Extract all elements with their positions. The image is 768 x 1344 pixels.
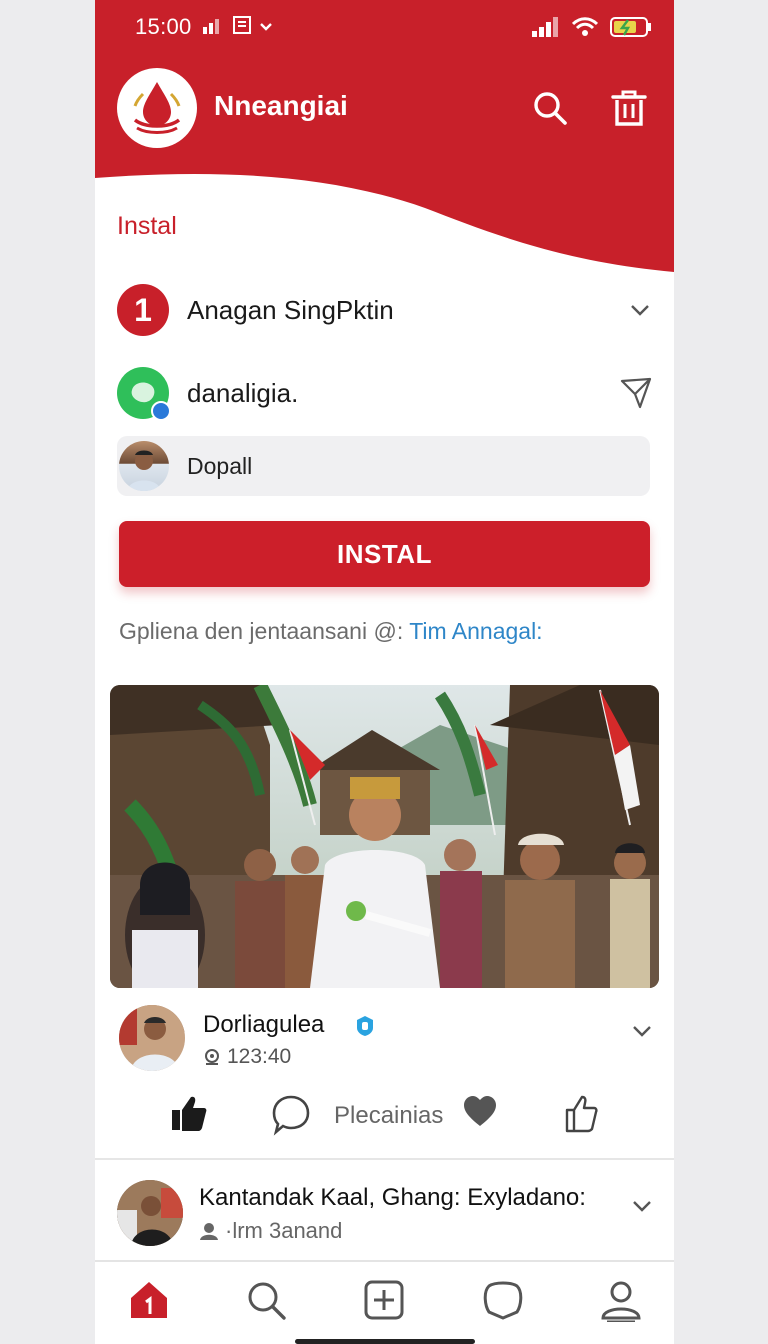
- post2-avatar[interactable]: [117, 1180, 183, 1246]
- user-avatar: [119, 441, 169, 491]
- status-right-icons: [532, 16, 652, 38]
- verified-badge-icon: [151, 401, 171, 421]
- app-logo[interactable]: [117, 68, 197, 148]
- author-avatar[interactable]: [119, 1005, 185, 1071]
- search-icon[interactable]: [532, 90, 568, 126]
- logo-drop-icon: [133, 82, 181, 134]
- battery-icon: [610, 17, 651, 37]
- wifi-icon: [572, 17, 598, 36]
- caption-text: Gpliena den jentaansani @: Tim Annagal:: [119, 618, 543, 645]
- post-actions: Plecainias: [95, 1090, 674, 1142]
- chevron-down-icon[interactable]: [628, 298, 652, 322]
- thumbs-up-filled-icon[interactable]: [169, 1094, 209, 1134]
- post-preview-row[interactable]: Kantandak Kaal, Ghang: Exyladano: ·lrm 3…: [117, 1180, 654, 1248]
- post2-meta: ·lrm 3anand: [199, 1218, 342, 1244]
- post-meta: 123:40: [203, 1045, 291, 1069]
- caption-body: Gpliena den jentaansani @:: [119, 618, 410, 644]
- heart-icon[interactable]: [462, 1094, 498, 1128]
- step-title: Anagan SingPktin: [187, 294, 394, 325]
- post2-title[interactable]: Kantandak Kaal, Ghang: Exyladano:: [199, 1184, 586, 1212]
- home-icon[interactable]: [127, 1278, 171, 1322]
- post-author-row[interactable]: Dorliagulea 123:40: [119, 1005, 654, 1071]
- notification-icon: [233, 16, 251, 34]
- bottom-navigation: [95, 1260, 674, 1344]
- location-icon: [205, 1049, 219, 1065]
- account-row[interactable]: danaligia.: [117, 367, 652, 421]
- chevron-down-small-icon: [260, 23, 272, 31]
- trash-icon[interactable]: [609, 88, 649, 128]
- author-name[interactable]: Dorliagulea: [203, 1011, 324, 1039]
- thumbs-up-outline-icon[interactable]: [564, 1094, 600, 1134]
- account-avatar: [117, 367, 171, 421]
- step-row[interactable]: 1 Anagan SingPktin: [117, 284, 652, 336]
- action-label[interactable]: Plecainias: [334, 1102, 443, 1130]
- chevron-down-icon[interactable]: [630, 1194, 654, 1218]
- post2-photo-icon: [117, 1180, 183, 1246]
- post2-meta-text: ·lrm 3anand: [225, 1218, 343, 1243]
- chevron-down-icon[interactable]: [630, 1019, 654, 1043]
- app-header: 15:00 Nneangiai: [95, 0, 674, 275]
- user-icon: [200, 1223, 218, 1240]
- post-time: 123:40: [227, 1045, 292, 1068]
- chat-icon[interactable]: [481, 1278, 525, 1322]
- author-photo-icon: [119, 1005, 185, 1071]
- step-number-badge: 1: [117, 284, 169, 336]
- status-left-icons: [203, 16, 273, 34]
- person-photo-icon: [127, 450, 161, 491]
- comment-icon[interactable]: [271, 1094, 311, 1136]
- cellular-signal-icon: [532, 17, 558, 37]
- status-bar: 15:00: [95, 0, 674, 56]
- search-icon[interactable]: [244, 1278, 288, 1322]
- comment-input-field[interactable]: Dopall: [187, 453, 252, 480]
- phone-screen: 15:00 Nneangiai Instal 1 Anagan SingPkti…: [95, 0, 674, 1344]
- install-button[interactable]: INSTAL: [119, 521, 650, 587]
- post-photo[interactable]: [110, 685, 659, 988]
- verified-icon: [357, 1016, 373, 1036]
- add-icon[interactable]: [362, 1278, 406, 1322]
- status-time: 15:00: [135, 14, 192, 39]
- comment-input-row[interactable]: Dopall: [117, 436, 650, 496]
- post-divider: [95, 1158, 674, 1160]
- send-icon[interactable]: [620, 377, 652, 409]
- caption-link[interactable]: Tim Annagal:: [409, 618, 542, 644]
- map-leaf-icon: [131, 382, 155, 403]
- village-gathering-image: [110, 685, 659, 988]
- signal-small-icon: [203, 19, 219, 34]
- profile-icon[interactable]: [599, 1278, 643, 1322]
- home-indicator: [295, 1339, 475, 1344]
- app-title: Nneangiai: [214, 90, 348, 121]
- account-name: danaligia.: [187, 377, 299, 408]
- section-label: Instal: [117, 212, 177, 240]
